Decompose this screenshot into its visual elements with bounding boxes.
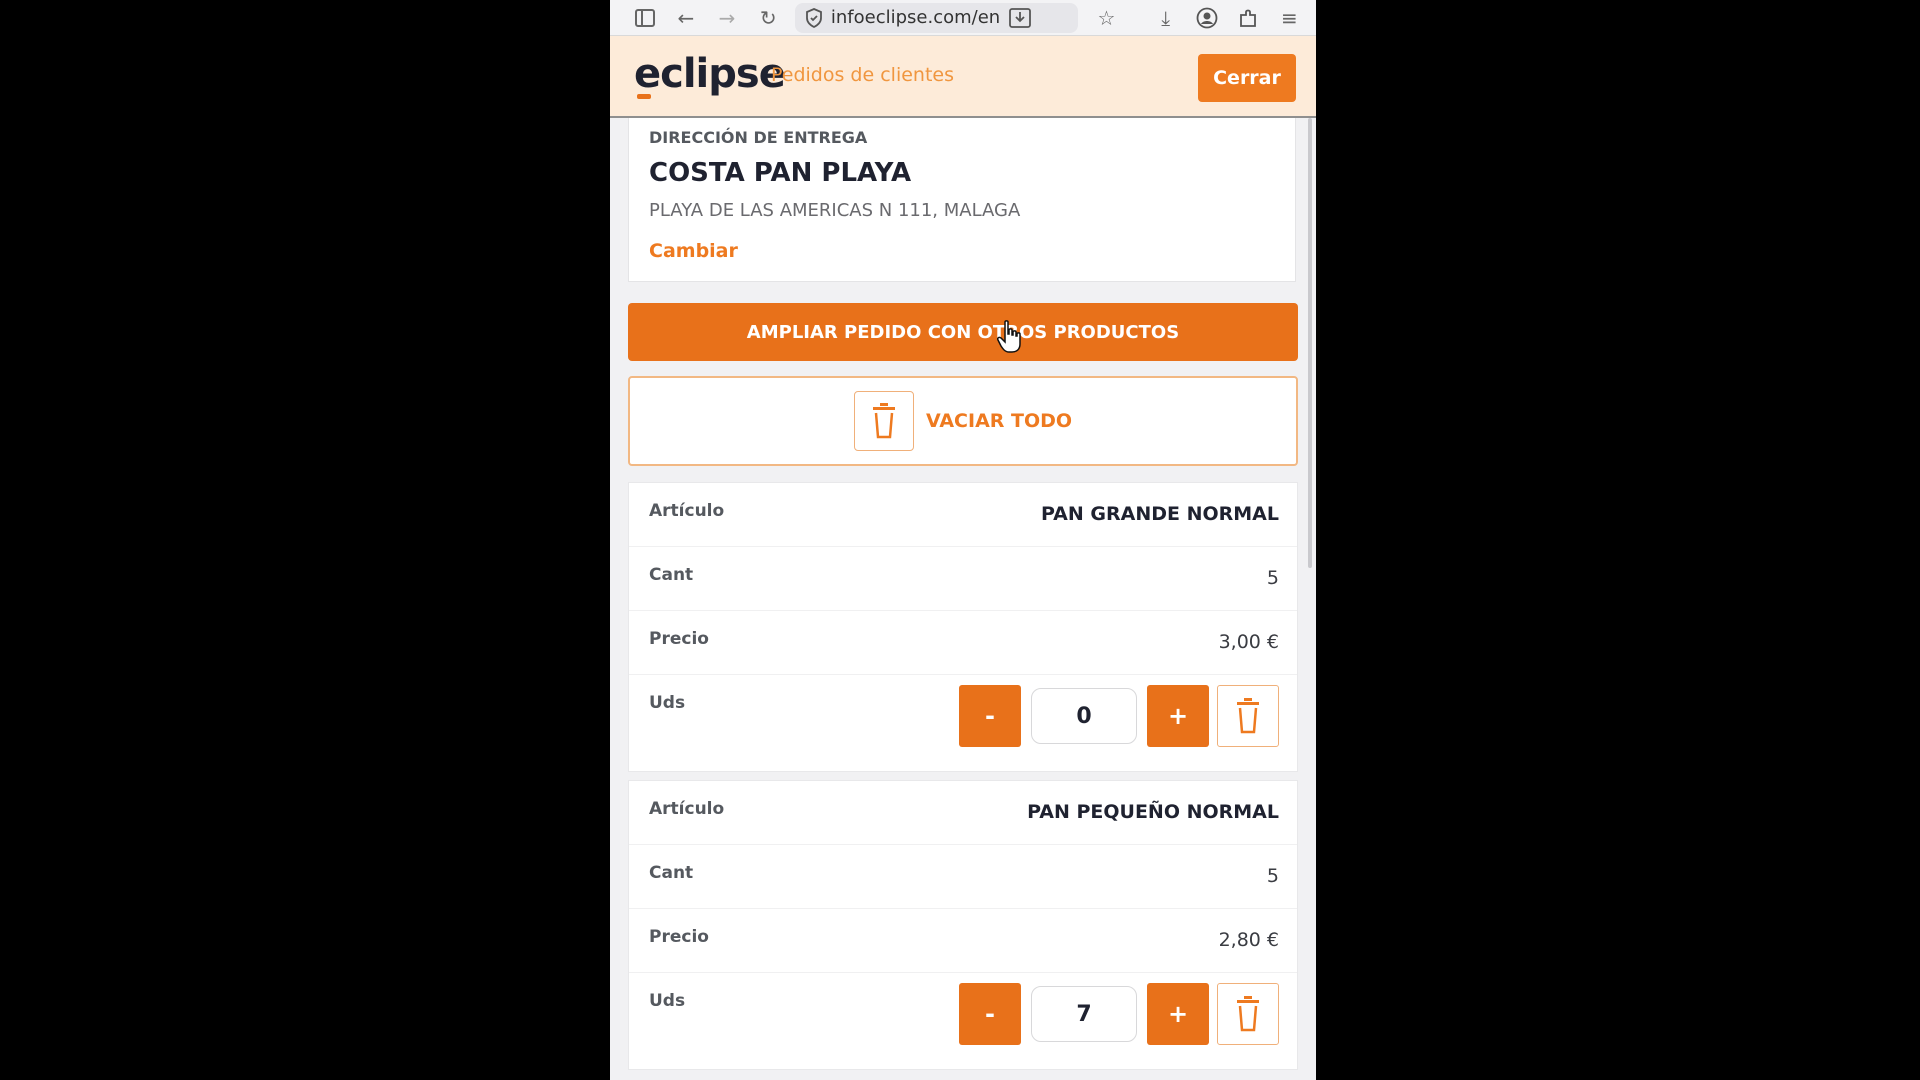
article-label: Artículo bbox=[649, 799, 725, 819]
order-content[interactable]: DIRECCIÓN DE ENTREGA COSTA PAN PLAYA PLA… bbox=[610, 118, 1316, 1080]
item-units-row: Uds - + bbox=[629, 973, 1297, 1069]
star-icon[interactable]: ☆ bbox=[1092, 3, 1121, 33]
increment-button[interactable]: + bbox=[1147, 983, 1209, 1045]
sidebar-icon[interactable] bbox=[630, 3, 659, 33]
item-price-row: Precio 3,00 € bbox=[629, 611, 1297, 675]
url-text: infoeclipse.com/en bbox=[830, 7, 1001, 28]
shield-icon bbox=[805, 7, 822, 28]
price-value: 2,80 € bbox=[1218, 929, 1279, 951]
expand-order-button[interactable]: AMPLIAR PEDIDO CON OTROS PRODUCTOS bbox=[628, 303, 1298, 361]
forward-icon[interactable]: → bbox=[712, 3, 741, 33]
price-label: Precio bbox=[649, 927, 709, 947]
back-icon[interactable]: ← bbox=[671, 3, 700, 33]
order-item: Artículo PAN PEQUEÑO NORMAL Cant 5 Preci… bbox=[628, 780, 1298, 1070]
units-input[interactable] bbox=[1031, 986, 1137, 1042]
reload-icon[interactable]: ↻ bbox=[754, 3, 783, 33]
decrement-button[interactable]: - bbox=[959, 685, 1021, 747]
units-stepper: - + bbox=[959, 685, 1279, 747]
article-value: PAN GRANDE NORMAL bbox=[1040, 503, 1279, 525]
save-page-icon[interactable] bbox=[1008, 7, 1031, 28]
price-label: Precio bbox=[649, 629, 709, 649]
page-title: Pedidos de clientes bbox=[771, 64, 954, 86]
order-items: Artículo PAN GRANDE NORMAL Cant 5 Precio… bbox=[628, 482, 1298, 1078]
units-input[interactable] bbox=[1031, 688, 1137, 744]
browser-window: ← → ↻ infoeclipse.com/en ☆ ⤓ ≡ eclipse P… bbox=[610, 0, 1316, 1080]
change-address-link[interactable]: Cambiar bbox=[649, 240, 738, 262]
item-price-row: Precio 2,80 € bbox=[629, 909, 1297, 973]
hand-cursor-icon bbox=[997, 320, 1021, 353]
empty-all-button[interactable]: VACIAR TODO bbox=[628, 376, 1298, 466]
empty-all-label: VACIAR TODO bbox=[925, 410, 1073, 432]
extensions-icon[interactable] bbox=[1234, 3, 1263, 33]
account-icon[interactable] bbox=[1192, 3, 1221, 33]
delivery-address-card: DIRECCIÓN DE ENTREGA COSTA PAN PLAYA PLA… bbox=[628, 118, 1296, 282]
item-units-row: Uds - + bbox=[629, 675, 1297, 771]
qty-value: 5 bbox=[1266, 567, 1279, 589]
close-button[interactable]: Cerrar bbox=[1198, 54, 1296, 102]
trash-icon bbox=[853, 391, 914, 451]
screen: ← → ↻ infoeclipse.com/en ☆ ⤓ ≡ eclipse P… bbox=[0, 0, 1920, 1080]
article-label: Artículo bbox=[649, 501, 725, 521]
delivery-address-line: PLAYA DE LAS AMERICAS N 111, MALAGA bbox=[649, 200, 1021, 221]
delete-item-button[interactable] bbox=[1217, 983, 1279, 1045]
item-article-row: Artículo PAN PEQUEÑO NORMAL bbox=[629, 781, 1297, 845]
increment-button[interactable]: + bbox=[1147, 685, 1209, 747]
app-header: eclipse Pedidos de clientes Cerrar bbox=[610, 36, 1316, 118]
decrement-button[interactable]: - bbox=[959, 983, 1021, 1045]
units-stepper: - + bbox=[959, 983, 1279, 1045]
browser-toolbar: ← → ↻ infoeclipse.com/en ☆ ⤓ ≡ bbox=[610, 0, 1316, 36]
order-item: Artículo PAN GRANDE NORMAL Cant 5 Precio… bbox=[628, 482, 1298, 772]
scrollbar[interactable] bbox=[1308, 118, 1312, 568]
article-value: PAN PEQUEÑO NORMAL bbox=[1027, 801, 1279, 823]
item-qty-row: Cant 5 bbox=[629, 845, 1297, 909]
download-icon[interactable]: ⤓ bbox=[1151, 3, 1180, 33]
item-qty-row: Cant 5 bbox=[629, 547, 1297, 611]
eclipse-logo: eclipse bbox=[634, 51, 786, 97]
trash-icon bbox=[1237, 996, 1259, 1032]
units-label: Uds bbox=[649, 693, 686, 713]
price-value: 3,00 € bbox=[1218, 631, 1279, 653]
delete-item-button[interactable] bbox=[1217, 685, 1279, 747]
delivery-address-label: DIRECCIÓN DE ENTREGA bbox=[649, 128, 868, 147]
qty-label: Cant bbox=[649, 863, 694, 883]
item-article-row: Artículo PAN GRANDE NORMAL bbox=[629, 483, 1297, 547]
menu-icon[interactable]: ≡ bbox=[1275, 3, 1304, 33]
qty-label: Cant bbox=[649, 565, 694, 585]
trash-icon bbox=[1237, 698, 1259, 734]
delivery-name: COSTA PAN PLAYA bbox=[649, 158, 912, 188]
units-label: Uds bbox=[649, 991, 686, 1011]
qty-value: 5 bbox=[1266, 865, 1279, 887]
address-bar[interactable]: infoeclipse.com/en bbox=[794, 2, 1078, 33]
logo-accent bbox=[637, 94, 651, 99]
